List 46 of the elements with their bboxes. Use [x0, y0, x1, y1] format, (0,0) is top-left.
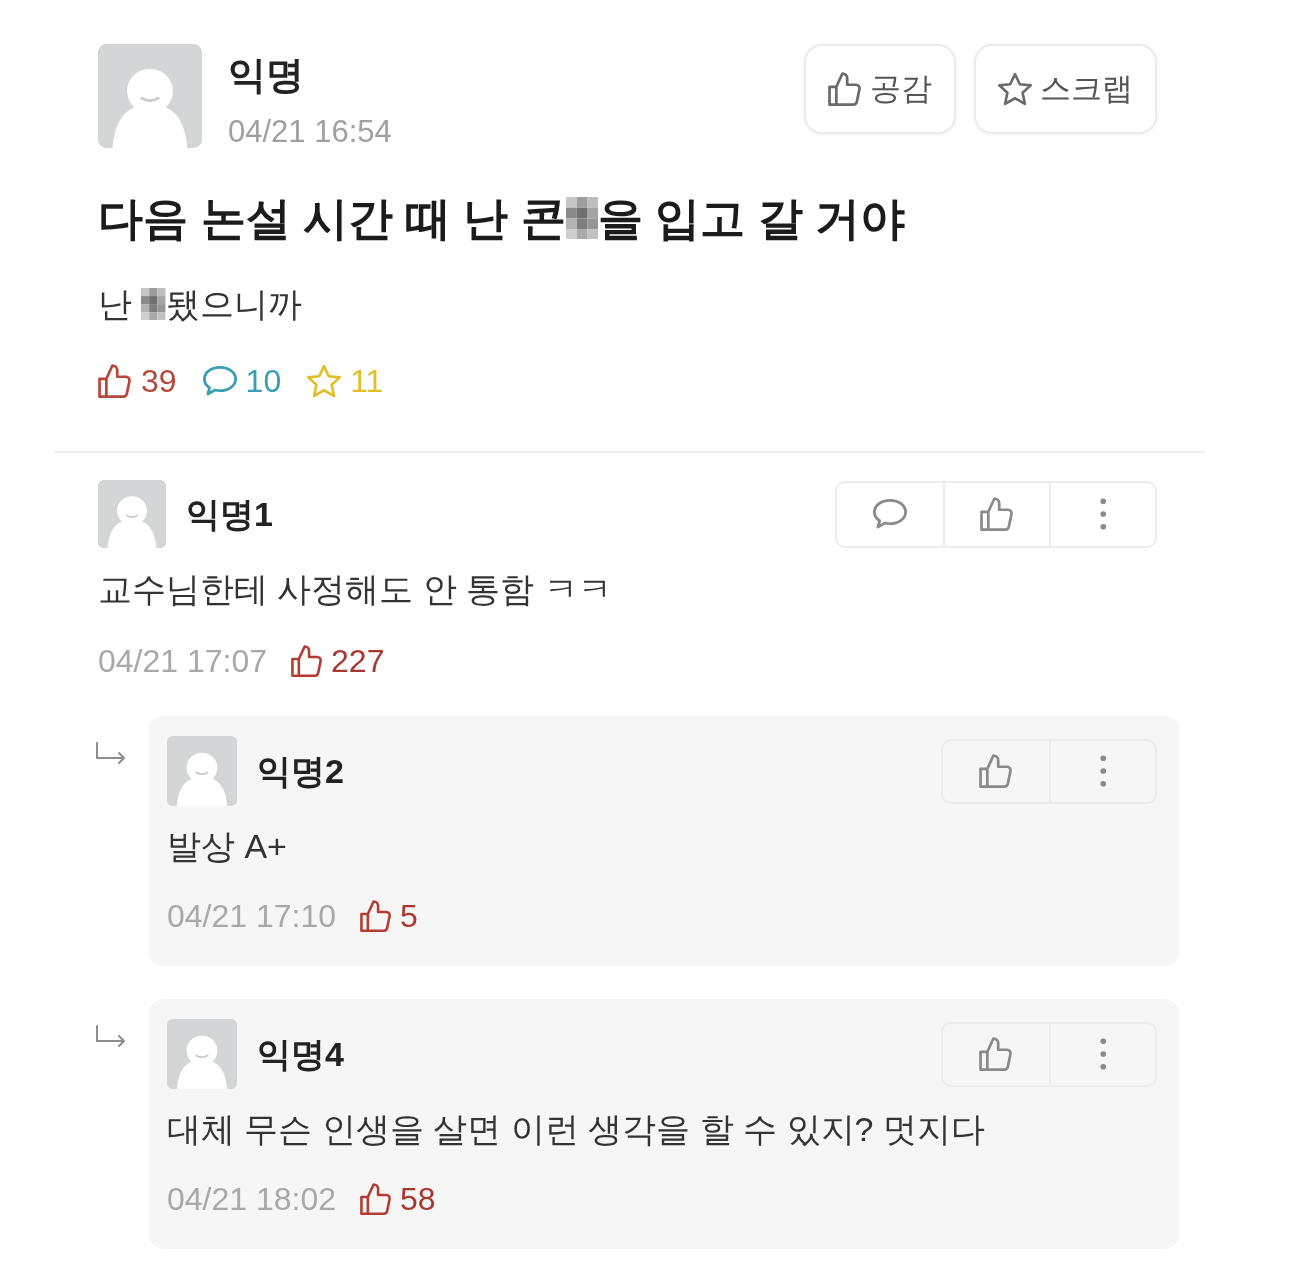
star-icon — [998, 72, 1032, 106]
post-title: 을 입고 갈 거야 — [597, 193, 906, 244]
thumbs-up-icon — [360, 1183, 393, 1215]
thumbs-up-icon — [360, 900, 393, 932]
thumbs-up-icon — [979, 754, 1013, 788]
like-count: 58 — [400, 1180, 436, 1218]
post-title: 다음 논설 시간 때 난 콘 — [98, 193, 566, 244]
default-avatar-icon — [167, 1019, 237, 1089]
post-body: 난 — [98, 285, 133, 323]
default-avatar-icon — [167, 736, 237, 806]
more-dots-icon — [1098, 497, 1108, 531]
reply-arrow-icon — [95, 1025, 127, 1047]
thumbs-up-icon — [979, 1037, 1013, 1071]
scrap-button[interactable]: 스크랩 — [974, 44, 1157, 134]
censor-mosaic-icon — [141, 287, 166, 321]
thumbs-up-icon — [98, 364, 132, 398]
thumbs-up-icon — [828, 72, 862, 106]
author-name: 익명1 — [186, 494, 273, 535]
speech-bubble-icon — [873, 497, 907, 531]
like-button[interactable]: 공감 — [804, 44, 956, 134]
author-name: 익명4 — [257, 1034, 344, 1075]
comment-text: 대체 무슨 인생을 살면 이런 생각을 할 수 있지? 멋지다 — [167, 1109, 986, 1150]
author-name: 익명2 — [257, 751, 344, 792]
like-count: 227 — [331, 642, 385, 680]
likes-count: 39 — [141, 362, 177, 400]
more-dots-icon — [1098, 1037, 1108, 1071]
thumbs-up-icon — [291, 645, 324, 677]
more-dots-icon — [1098, 754, 1108, 788]
post-body: 됐으니까 — [165, 285, 302, 323]
scraps-count: 11 — [350, 362, 384, 400]
comment-time: 04/21 17:07 — [98, 642, 268, 680]
speech-bubble-icon — [202, 364, 237, 398]
star-icon — [307, 364, 342, 398]
comments-count: 10 — [245, 362, 282, 400]
like-count: 5 — [400, 897, 418, 935]
comment-text: 발상 A+ — [167, 826, 288, 867]
comment-time: 04/21 17:10 — [167, 897, 337, 935]
default-avatar-icon — [98, 480, 166, 548]
thumbs-up-icon — [980, 497, 1014, 531]
author-name: 익명 — [228, 53, 304, 98]
reply-arrow-icon — [95, 742, 127, 764]
comment-text: 교수님한테 사정해도 안 통함 ㅋㅋ — [98, 569, 613, 610]
default-avatar-icon — [98, 44, 202, 148]
post-time: 04/21 16:54 — [228, 113, 392, 151]
censor-mosaic-icon — [565, 196, 598, 240]
comment-time: 04/21 18:02 — [167, 1180, 337, 1218]
